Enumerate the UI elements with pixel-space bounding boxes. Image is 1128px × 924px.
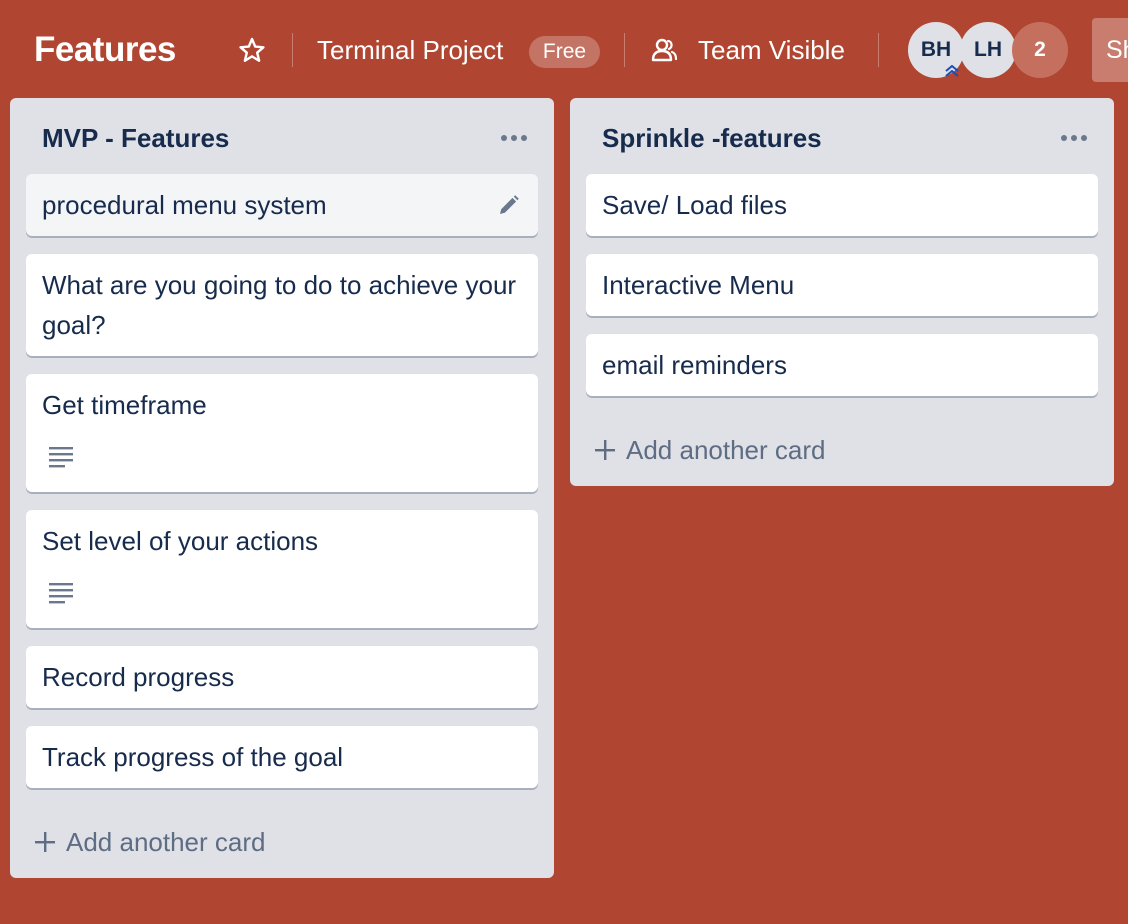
header-divider (292, 33, 293, 67)
card-title: Save/ Load files (602, 190, 788, 220)
star-button[interactable] (236, 34, 268, 66)
card-title: Set level of your actions (42, 526, 319, 556)
card[interactable]: Interactive Menu (586, 254, 1098, 316)
list-mvp-features: MVP - Features procedural menu system Wh… (10, 98, 554, 878)
add-card-label: Add another card (66, 827, 266, 857)
more-horizontal-icon (1061, 135, 1087, 141)
share-button[interactable]: Share (1092, 18, 1128, 82)
card-title: Get timeframe (42, 390, 207, 420)
list-menu-button[interactable] (494, 122, 534, 154)
board-header: Features Terminal Project Free Team Visi… (0, 0, 1128, 98)
plus-icon (35, 832, 55, 852)
card[interactable]: Get timeframe (26, 374, 538, 492)
card[interactable]: procedural menu system (26, 174, 538, 236)
card[interactable]: email reminders (586, 334, 1098, 396)
board-title[interactable]: Features (34, 28, 176, 72)
card-title: Interactive Menu (602, 270, 795, 300)
list-title[interactable]: Sprinkle -features (602, 120, 822, 156)
card[interactable]: Track progress of the goal (26, 726, 538, 788)
admin-chevron-icon (945, 64, 959, 77)
pencil-icon[interactable] (496, 194, 520, 218)
list-sprinkle-features: Sprinkle -features Save/ Load files Inte… (570, 98, 1114, 486)
card[interactable]: Set level of your actions (26, 510, 538, 628)
card-title: Record progress (42, 662, 235, 692)
avatar-initials: BH (920, 38, 952, 61)
more-horizontal-icon (501, 135, 527, 141)
card[interactable]: Record progress (26, 646, 538, 708)
team-name-button[interactable]: Terminal Project (317, 31, 503, 69)
plan-badge: Free (529, 36, 600, 68)
star-icon (239, 37, 265, 62)
avatar-initials: LH (974, 38, 1002, 61)
plus-icon (595, 440, 615, 460)
card[interactable]: What are you going to do to achieve your… (26, 254, 538, 356)
team-icon (651, 38, 678, 62)
member-avatar[interactable]: LH (960, 22, 1016, 78)
description-icon (49, 583, 73, 604)
member-avatar[interactable]: BH (908, 22, 964, 78)
card-title: procedural menu system (42, 190, 327, 220)
card-title: Track progress of the goal (42, 742, 344, 772)
list-title[interactable]: MVP - Features (42, 120, 229, 156)
visibility-label: Team Visible (698, 35, 845, 65)
card-title: What are you going to do to achieve your… (42, 270, 517, 340)
more-members-badge[interactable]: 2 (1012, 22, 1068, 78)
card[interactable]: Save/ Load files (586, 174, 1098, 236)
card-title: email reminders (602, 350, 787, 380)
list-menu-button[interactable] (1054, 122, 1094, 154)
header-divider (624, 33, 625, 67)
description-icon (49, 447, 73, 468)
add-card-label: Add another card (626, 435, 826, 465)
header-divider (878, 33, 879, 67)
